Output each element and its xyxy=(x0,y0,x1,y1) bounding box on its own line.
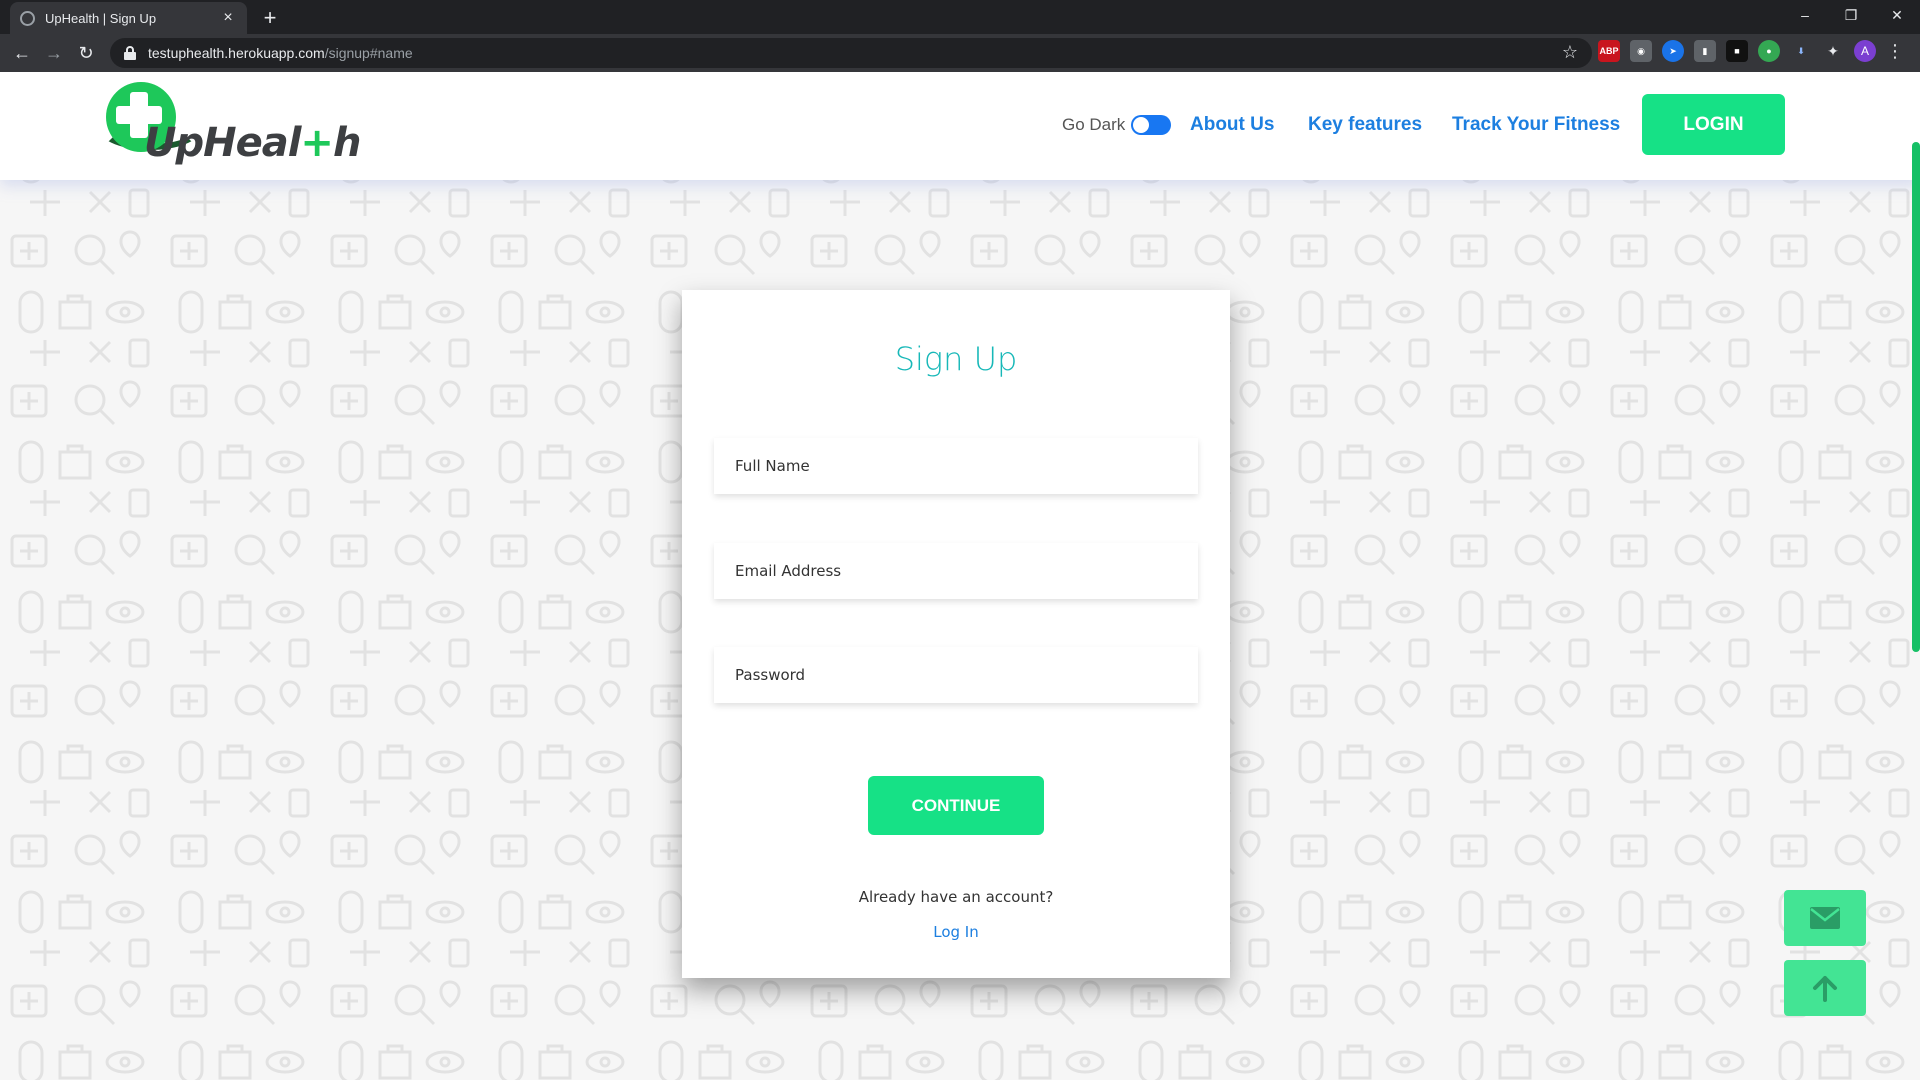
adblock-extension-icon[interactable]: ABP xyxy=(1598,40,1620,62)
close-window-button[interactable]: ✕ xyxy=(1874,0,1920,30)
go-dark-toggle-group: Go Dark xyxy=(1062,115,1172,135)
bookmark-star-icon[interactable]: ☆ xyxy=(1562,42,1578,63)
compass-extension-icon[interactable]: ➤ xyxy=(1662,40,1684,62)
password-input[interactable] xyxy=(714,647,1198,703)
extensions-area: ABP ◉ ➤ ▮ ■ ● ⬇ ✦ A ⋮ xyxy=(1598,40,1904,62)
page-scrollbar[interactable] xyxy=(1912,142,1920,652)
nav-link-key-features[interactable]: Key features xyxy=(1308,114,1422,136)
signup-card: Sign Up CONTINUE Already have an account… xyxy=(682,290,1230,978)
uphealth-logo[interactable]: UpHeal+h xyxy=(100,80,361,172)
dark-mode-toggle[interactable] xyxy=(1131,115,1172,135)
login-link[interactable]: Log In xyxy=(682,923,1230,941)
scroll-to-top-button[interactable] xyxy=(1784,960,1866,1016)
go-dark-label: Go Dark xyxy=(1062,115,1126,134)
puzzle-extensions-icon[interactable]: ✦ xyxy=(1822,40,1844,62)
reload-icon[interactable]: ↻ xyxy=(72,39,100,67)
continue-button[interactable]: CONTINUE xyxy=(868,776,1044,835)
back-arrow-icon[interactable]: ← xyxy=(8,39,36,67)
close-tab-icon[interactable]: × xyxy=(219,9,237,27)
browser-tab-strip: UpHealth | Sign Up × + – ❐ ✕ xyxy=(0,0,1920,34)
camera-extension-icon[interactable]: ◉ xyxy=(1630,40,1652,62)
address-bar[interactable]: testuphealth.herokuapp.com /signup#name … xyxy=(110,38,1592,68)
nav-link-about-us[interactable]: About Us xyxy=(1190,114,1274,136)
url-path: /signup#name xyxy=(324,45,413,61)
minimize-button[interactable]: – xyxy=(1782,0,1828,30)
nav-link-track-fitness[interactable]: Track Your Fitness xyxy=(1452,114,1620,136)
have-account-text: Already have an account? xyxy=(858,888,1054,906)
url-host: testuphealth.herokuapp.com xyxy=(148,45,325,61)
download-extension-icon[interactable]: ⬇ xyxy=(1790,40,1812,62)
signup-title: Sign Up xyxy=(894,340,1018,378)
notes-extension-icon[interactable]: ■ xyxy=(1726,40,1748,62)
bottle-extension-icon[interactable]: ▮ xyxy=(1694,40,1716,62)
browser-tab[interactable]: UpHealth | Sign Up × xyxy=(10,2,247,34)
profile-avatar[interactable]: A xyxy=(1854,40,1876,62)
logo-wordmark: UpHeal+h xyxy=(144,120,361,166)
forward-arrow-icon[interactable]: → xyxy=(40,39,68,67)
browser-menu-icon[interactable]: ⋮ xyxy=(1886,41,1904,62)
tab-title: UpHealth | Sign Up xyxy=(45,10,157,26)
site-navbar: UpHeal+h Go Dark About Us Key features T… xyxy=(0,72,1920,180)
email-input[interactable] xyxy=(714,543,1198,599)
restore-button[interactable]: ❐ xyxy=(1828,0,1874,30)
page: UpHeal+h Go Dark About Us Key features T… xyxy=(0,72,1920,1080)
green-circle-extension-icon[interactable]: ● xyxy=(1758,40,1780,62)
globe-icon xyxy=(20,10,35,26)
browser-toolbar: ← → ↻ testuphealth.herokuapp.com /signup… xyxy=(0,34,1920,72)
login-button[interactable]: LOGIN xyxy=(1642,94,1785,155)
envelope-icon xyxy=(1810,907,1840,929)
lock-icon xyxy=(124,46,136,60)
arrow-up-icon xyxy=(1813,976,1837,1002)
full-name-input[interactable] xyxy=(714,438,1198,494)
new-tab-button[interactable]: + xyxy=(258,5,282,31)
contact-email-button[interactable] xyxy=(1784,890,1866,946)
window-controls: – ❐ ✕ xyxy=(1782,0,1920,30)
